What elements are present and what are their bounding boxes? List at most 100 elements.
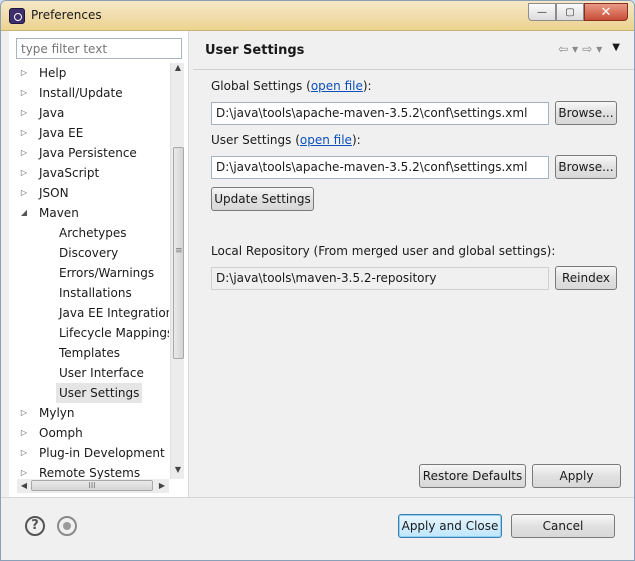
forward-arrow-icon[interactable]: ⇨: [582, 42, 592, 56]
window-title: Preferences: [31, 8, 102, 22]
close-button[interactable]: ✕: [584, 3, 628, 21]
tree-item-java-persistence[interactable]: ▷ Java Persistence: [17, 143, 169, 163]
tree-horizontal-scrollbar[interactable]: ◀ III ▶: [17, 479, 169, 493]
tree-item-mylyn[interactable]: ▷ Mylyn: [17, 403, 169, 423]
apply-button[interactable]: Apply: [532, 464, 621, 488]
expand-arrow-icon[interactable]: ▷: [17, 103, 31, 123]
header-divider: [193, 69, 634, 70]
tree-item-label: Install/Update: [39, 86, 123, 100]
preference-tree-panel: ▷ Help ▷ Install/Update ▷ Java ▷ Java EE ▷ Java P…: [9, 31, 189, 497]
apply-and-close-button[interactable]: Apply and Close: [398, 514, 502, 538]
expand-arrow-icon[interactable]: ▷: [17, 403, 31, 423]
forward-history-dropdown-icon[interactable]: ▾: [596, 42, 602, 56]
expand-arrow-icon[interactable]: ▷: [17, 63, 31, 83]
cancel-button[interactable]: Cancel: [511, 514, 615, 538]
expand-arrow-icon[interactable]: ▷: [17, 83, 31, 103]
global-settings-label-suffix: ):: [362, 79, 372, 93]
global-settings-label: Global Settings (open file):: [211, 79, 372, 93]
preference-tree: ▷ Help ▷ Install/Update ▷ Java ▷ Java EE ▷ Java P…: [17, 63, 169, 479]
expand-arrow-icon[interactable]: ▷: [17, 423, 31, 443]
tree-item-templates[interactable]: Templates: [17, 343, 169, 363]
tree-item-json[interactable]: ▷ JSON: [17, 183, 169, 203]
global-settings-label-text: Global Settings (: [211, 79, 311, 93]
tree-item-label: Remote Systems: [39, 466, 141, 479]
page-navigation: ⇦ ▾ ⇨ ▾ ▼: [558, 42, 620, 56]
preference-page: User Settings ⇦ ▾ ⇨ ▾ ▼ Global Settings …: [193, 31, 634, 497]
scroll-right-arrow-icon[interactable]: ▶: [155, 479, 169, 493]
global-settings-open-file-link[interactable]: open file: [311, 79, 363, 93]
tree-item-label: User Interface: [59, 366, 144, 380]
tree-item-maven[interactable]: ◢ Maven: [17, 203, 169, 223]
update-settings-button[interactable]: Update Settings: [211, 187, 314, 211]
expand-arrow-icon[interactable]: ▷: [17, 463, 31, 479]
tree-vertical-scrollbar[interactable]: ▲ ▼: [170, 63, 184, 479]
global-browse-button[interactable]: Browse...: [555, 101, 617, 125]
tree-item-java-ee[interactable]: ▷ Java EE: [17, 123, 169, 143]
tree-item-label: Java: [39, 106, 65, 120]
tree-item-javascript[interactable]: ▷ JavaScript: [17, 163, 169, 183]
tree-item-label: Archetypes: [59, 226, 127, 240]
tree-item-label: Java EE Integration: [59, 306, 169, 320]
tree-item-java-ee-integration[interactable]: Java EE Integration: [17, 303, 169, 323]
expand-arrow-icon[interactable]: ▷: [17, 143, 31, 163]
vertical-scroll-thumb[interactable]: [173, 147, 184, 359]
expand-arrow-icon[interactable]: ▷: [17, 163, 31, 183]
expand-arrow-icon[interactable]: ▷: [17, 183, 31, 203]
tree-item-discovery[interactable]: Discovery: [17, 243, 169, 263]
user-settings-label-text: User Settings (: [211, 133, 300, 147]
tree-item-label: Discovery: [59, 246, 119, 260]
expand-arrow-icon[interactable]: ▷: [17, 123, 31, 143]
tree-item-lifecycle-mappings[interactable]: Lifecycle Mappings: [17, 323, 169, 343]
tree-item-label: Help: [39, 66, 67, 80]
tree-item-label: Lifecycle Mappings: [59, 326, 169, 340]
window-controls: — ▢ ✕: [528, 3, 628, 21]
preferences-window: Preferences — ▢ ✕ ▷ Help ▷ Install/Update ▷ J…: [0, 0, 635, 561]
tree-item-user-settings[interactable]: User Settings: [17, 383, 169, 403]
tree-item-installations[interactable]: Installations: [17, 283, 169, 303]
tree-item-java[interactable]: ▷ Java: [17, 103, 169, 123]
tree-item-label: Plug-in Development: [39, 446, 165, 460]
user-settings-path-field[interactable]: D:\java\tools\apache-maven-3.5.2\conf\se…: [211, 156, 549, 179]
local-repository-path-field: D:\java\tools\maven-3.5.2-repository: [211, 267, 549, 290]
scroll-left-arrow-icon[interactable]: ◀: [17, 479, 31, 493]
maximize-button[interactable]: ▢: [556, 3, 584, 21]
tree-item-user-interface[interactable]: User Interface: [17, 363, 169, 383]
collapse-arrow-icon[interactable]: ◢: [17, 203, 31, 223]
expand-arrow-icon[interactable]: ▷: [17, 443, 31, 463]
back-history-dropdown-icon[interactable]: ▾: [572, 42, 578, 56]
page-title: User Settings: [205, 43, 305, 58]
user-settings-open-file-link[interactable]: open file: [300, 133, 352, 147]
scroll-down-arrow-icon[interactable]: ▼: [171, 465, 185, 479]
tree-item-help[interactable]: ▷ Help: [17, 63, 169, 83]
filter-input[interactable]: [16, 38, 182, 59]
tree-item-label: Templates: [59, 346, 121, 360]
restore-defaults-button[interactable]: Restore Defaults: [419, 464, 526, 488]
scroll-up-arrow-icon[interactable]: ▲: [171, 63, 185, 77]
user-settings-label: User Settings (open file):: [211, 133, 361, 147]
tree-item-archetypes[interactable]: Archetypes: [17, 223, 169, 243]
tree-item-label: Errors/Warnings: [59, 266, 155, 280]
tree-item-label: User Settings: [56, 383, 143, 403]
global-settings-path-field[interactable]: D:\java\tools\apache-maven-3.5.2\conf\se…: [211, 102, 549, 125]
tree-item-install-update[interactable]: ▷ Install/Update: [17, 83, 169, 103]
tree-item-label: Java Persistence: [39, 146, 137, 160]
oomph-record-icon[interactable]: [57, 516, 77, 536]
local-repository-label: Local Repository (From merged user and g…: [211, 244, 556, 258]
tree-item-label: Oomph: [39, 426, 83, 440]
tree-item-plug-in-development[interactable]: ▷ Plug-in Development: [17, 443, 169, 463]
title-bar[interactable]: Preferences — ▢ ✕: [1, 1, 634, 31]
user-browse-button[interactable]: Browse...: [555, 155, 617, 179]
reindex-button[interactable]: Reindex: [555, 266, 617, 290]
tree-item-errors-warnings[interactable]: Errors/Warnings: [17, 263, 169, 283]
horizontal-scroll-thumb[interactable]: III: [31, 480, 153, 491]
minimize-button[interactable]: —: [528, 3, 556, 21]
tree-item-label: JavaScript: [39, 166, 100, 180]
tree-item-label: Installations: [59, 286, 132, 300]
back-arrow-icon[interactable]: ⇦: [558, 42, 568, 56]
tree-item-remote-systems[interactable]: ▷ Remote Systems: [17, 463, 169, 479]
tree-item-label: Maven: [39, 206, 79, 220]
eclipse-app-icon: [9, 8, 25, 24]
tree-item-oomph[interactable]: ▷ Oomph: [17, 423, 169, 443]
view-menu-icon[interactable]: ▼: [612, 42, 620, 56]
help-icon[interactable]: ?: [25, 516, 45, 536]
